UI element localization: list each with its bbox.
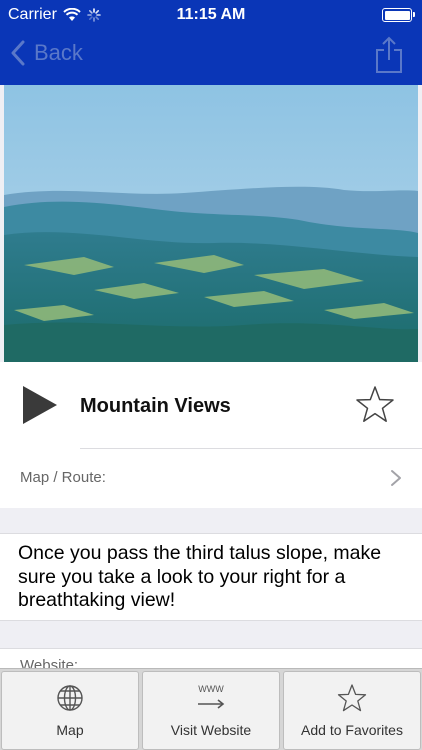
visit-website-label: Visit Website — [170, 722, 252, 738]
add-to-favorites-label: Add to Favorites — [301, 722, 403, 738]
add-to-favorites-button[interactable]: Add to Favorites — [283, 671, 421, 750]
favorite-star-icon[interactable] — [355, 385, 395, 425]
globe-icon — [57, 685, 83, 711]
map-button[interactable]: Map — [1, 671, 139, 750]
top-bar: Carrier 11:15 AM Back — [0, 0, 422, 85]
share-icon[interactable] — [374, 36, 404, 74]
battery-icon — [382, 8, 415, 22]
description-card: Once you pass the third talus slope, mak… — [0, 533, 422, 621]
bottom-toolbar: Map WWW Visit Website Add to Favorites — [0, 668, 422, 750]
status-bar: Carrier 11:15 AM — [0, 0, 422, 30]
play-icon[interactable] — [20, 383, 60, 427]
www-arrow-icon: WWW — [198, 684, 225, 709]
map-route-label: Map / Route: — [20, 469, 106, 486]
status-time: 11:15 AM — [176, 6, 246, 23]
back-label: Back — [34, 40, 83, 65]
screen: Carrier 11:15 AM Back Mountain Views Map… — [0, 0, 422, 750]
back-button[interactable]: Back — [10, 40, 83, 66]
visit-website-button[interactable]: WWW Visit Website — [142, 671, 280, 750]
chevron-left-icon — [11, 40, 25, 66]
item-title: Mountain Views — [80, 395, 231, 417]
star-outline-icon — [337, 684, 367, 712]
description-text: Once you pass the third talus slope, mak… — [18, 542, 382, 611]
hero-image — [4, 85, 418, 362]
www-icon-text: WWW — [198, 684, 224, 694]
chevron-right-icon — [391, 470, 401, 486]
map-route-row[interactable]: Map / Route: — [0, 449, 422, 507]
map-button-label: Map — [56, 722, 84, 738]
